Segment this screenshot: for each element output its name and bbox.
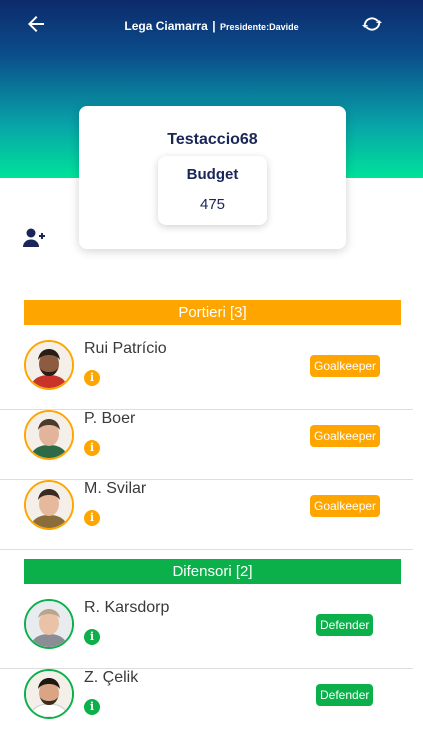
player-avatar [24,340,74,390]
role-badge: Goalkeeper [310,495,381,517]
budget-value: 475 [199,196,226,213]
player-row[interactable]: Z. Çelik i Defender [0,669,413,732]
role-badge: Goalkeeper [310,355,381,377]
add-user-icon [23,228,45,247]
section-header-goalkeepers[interactable]: Portieri [3] [24,300,401,325]
info-icon[interactable]: i [84,370,100,386]
refresh-icon [362,17,382,31]
title-separator: | [212,19,216,33]
budget-box: Budget 475 [158,156,267,225]
player-avatar [24,669,74,719]
add-user-button[interactable] [22,227,46,249]
player-name: Z. Çelik [84,669,139,686]
player-photo [26,601,72,647]
role-badge: Defender [316,684,374,706]
player-photo [26,342,72,388]
info-icon[interactable]: i [84,629,100,645]
player-avatar [24,599,74,649]
team-name: Testaccio68 [167,131,258,148]
section-header-defenders[interactable]: Difensori [2] [24,559,401,584]
player-row[interactable]: M. Svilar i Goalkeeper [0,480,413,550]
player-name: Rui Patrício [84,340,167,357]
player-photo [26,412,72,458]
player-name: M. Svilar [84,480,147,497]
player-name: R. Karsdorp [84,599,170,616]
info-icon[interactable]: i [84,440,100,456]
team-card: Testaccio68 Budget 475 [79,106,346,249]
player-photo [26,671,72,717]
role-badge: Goalkeeper [310,425,381,447]
refresh-button[interactable] [360,12,384,36]
player-avatar [24,410,74,460]
player-row[interactable]: Rui Patrício i Goalkeeper [0,340,413,410]
player-row[interactable]: P. Boer i Goalkeeper [0,410,413,480]
player-avatar [24,480,74,530]
info-icon[interactable]: i [84,699,100,715]
player-row[interactable]: R. Karsdorp i Defender [0,599,413,669]
role-badge: Defender [316,614,374,636]
president-label: Presidente:Davide [220,22,299,32]
budget-label: Budget [186,166,239,183]
player-name: P. Boer [84,410,136,427]
league-name: Lega Ciamarra [124,19,208,33]
player-photo [26,482,72,528]
info-icon[interactable]: i [84,510,100,526]
